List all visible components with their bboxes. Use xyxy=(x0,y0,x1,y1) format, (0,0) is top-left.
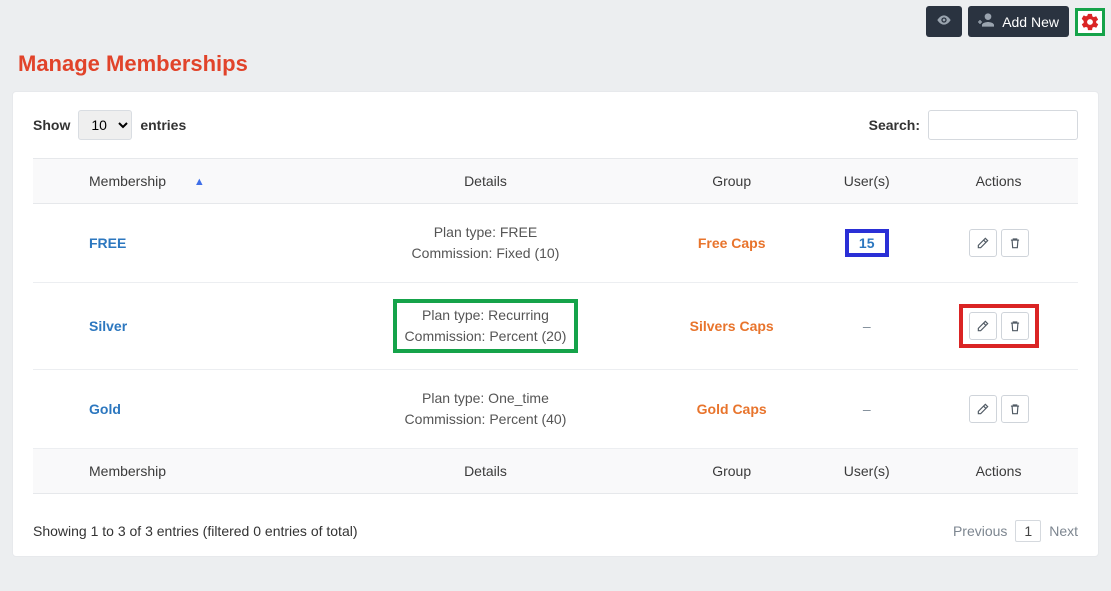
pager-page-1[interactable]: 1 xyxy=(1015,520,1041,542)
table-row: Silver Plan type: RecurringCommission: Pe… xyxy=(33,283,1078,370)
trash-icon xyxy=(1008,402,1022,416)
col-group[interactable]: Group xyxy=(649,159,814,204)
panel-controls: Show 10 entries Search: xyxy=(33,110,1078,140)
topbar: Add New xyxy=(0,0,1111,37)
page-title: Manage Memberships xyxy=(18,51,1111,77)
entries-label: entries xyxy=(140,117,186,133)
entries-select[interactable]: 10 xyxy=(78,110,132,140)
add-new-button[interactable]: Add New xyxy=(968,6,1069,37)
col-membership[interactable]: Membership ▲ xyxy=(33,159,322,204)
edit-button[interactable] xyxy=(969,229,997,257)
memberships-panel: Show 10 entries Search: Membership ▲ Det… xyxy=(12,91,1099,557)
details-cell: Plan type: RecurringCommission: Percent … xyxy=(393,299,579,353)
commission-line: Commission: Percent (40) xyxy=(405,409,567,430)
commission-line: Commission: Fixed (10) xyxy=(412,243,560,264)
add-user-icon xyxy=(978,12,994,31)
pager-next[interactable]: Next xyxy=(1049,523,1078,539)
table-row: FREE Plan type: FREECommission: Fixed (10… xyxy=(33,204,1078,283)
add-new-label: Add New xyxy=(1002,14,1059,30)
search-control: Search: xyxy=(869,110,1078,140)
memberships-table: Membership ▲ Details Group User(s) Actio… xyxy=(33,158,1078,494)
table-row: Gold Plan type: One_timeCommission: Perce… xyxy=(33,370,1078,449)
settings-button[interactable] xyxy=(1075,8,1105,36)
footcol-membership: Membership xyxy=(33,449,322,494)
row-actions xyxy=(959,304,1039,348)
search-input[interactable] xyxy=(928,110,1078,140)
row-actions xyxy=(969,395,1029,423)
footcol-group: Group xyxy=(649,449,814,494)
users-count: – xyxy=(863,401,871,417)
footcol-users: User(s) xyxy=(814,449,919,494)
sort-asc-icon: ▲ xyxy=(194,176,205,188)
pager: Previous 1 Next xyxy=(953,520,1078,542)
edit-icon xyxy=(976,319,990,333)
trash-icon xyxy=(1008,236,1022,250)
pager-previous[interactable]: Previous xyxy=(953,523,1007,539)
delete-button[interactable] xyxy=(1001,395,1029,423)
search-label: Search: xyxy=(869,117,920,133)
users-count[interactable]: 15 xyxy=(845,229,889,257)
commission-line: Commission: Percent (20) xyxy=(405,326,567,347)
edit-icon xyxy=(976,402,990,416)
gear-icon xyxy=(1080,12,1100,32)
edit-button[interactable] xyxy=(969,395,997,423)
group-link[interactable]: Free Caps xyxy=(698,235,766,251)
group-link[interactable]: Silvers Caps xyxy=(690,318,774,334)
delete-button[interactable] xyxy=(1001,312,1029,340)
table-header-row: Membership ▲ Details Group User(s) Actio… xyxy=(33,159,1078,204)
plan-type-line: Plan type: Recurring xyxy=(405,305,567,326)
col-details[interactable]: Details xyxy=(322,159,649,204)
row-actions xyxy=(969,229,1029,257)
footcol-details: Details xyxy=(322,449,649,494)
membership-link[interactable]: FREE xyxy=(89,235,126,251)
eye-icon xyxy=(936,12,952,31)
group-link[interactable]: Gold Caps xyxy=(697,401,767,417)
entries-info: Showing 1 to 3 of 3 entries (filtered 0 … xyxy=(33,523,358,539)
col-actions: Actions xyxy=(919,159,1078,204)
show-label: Show xyxy=(33,117,70,133)
entries-control: Show 10 entries xyxy=(33,110,186,140)
footcol-actions: Actions xyxy=(919,449,1078,494)
edit-button[interactable] xyxy=(969,312,997,340)
delete-button[interactable] xyxy=(1001,229,1029,257)
details-cell: Plan type: FREECommission: Fixed (10) xyxy=(404,220,568,266)
users-count: – xyxy=(863,318,871,334)
panel-footer: Showing 1 to 3 of 3 entries (filtered 0 … xyxy=(33,520,1078,542)
plan-type-line: Plan type: FREE xyxy=(412,222,560,243)
preview-button[interactable] xyxy=(926,6,962,37)
plan-type-line: Plan type: One_time xyxy=(405,388,567,409)
membership-link[interactable]: Silver xyxy=(89,318,127,334)
details-cell: Plan type: One_timeCommission: Percent (… xyxy=(397,386,575,432)
col-users[interactable]: User(s) xyxy=(814,159,919,204)
table-footer-row: Membership Details Group User(s) Actions xyxy=(33,449,1078,494)
trash-icon xyxy=(1008,319,1022,333)
edit-icon xyxy=(976,236,990,250)
membership-link[interactable]: Gold xyxy=(89,401,121,417)
